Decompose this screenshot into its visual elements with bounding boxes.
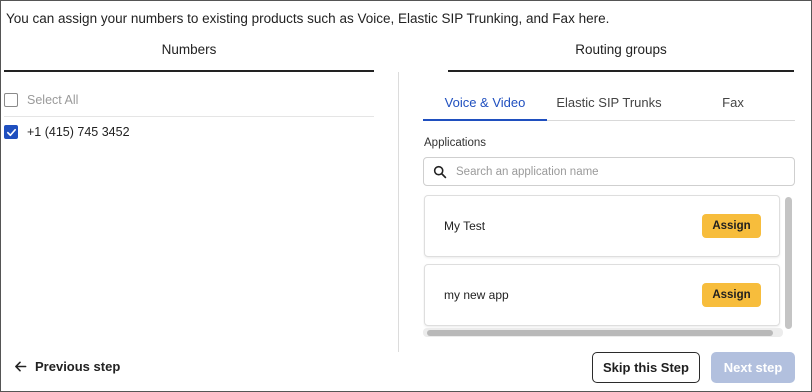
numbers-heading-underline: [4, 70, 374, 72]
select-all-checkbox[interactable]: [4, 93, 18, 107]
number-label: +1 (415) 745 3452: [27, 125, 130, 139]
search-input[interactable]: [456, 165, 776, 178]
checkmark-icon: [6, 128, 16, 136]
tab-fax[interactable]: Fax: [671, 93, 795, 120]
previous-step-link[interactable]: Previous step: [14, 359, 120, 374]
numbers-heading: Numbers: [161, 42, 217, 57]
number-checkbox[interactable]: [4, 125, 18, 139]
assign-button[interactable]: Assign: [702, 283, 761, 307]
application-search[interactable]: [423, 157, 795, 186]
row-divider: [4, 116, 374, 117]
select-all-row[interactable]: Select All: [4, 93, 374, 107]
assign-button[interactable]: Assign: [702, 214, 761, 238]
number-row[interactable]: +1 (415) 745 3452: [4, 125, 374, 139]
previous-step-label: Previous step: [35, 359, 121, 374]
application-card: my new app Assign: [424, 264, 780, 326]
arrow-left-icon: [15, 361, 27, 372]
horizontal-scrollbar[interactable]: [427, 330, 773, 336]
tab-voice-video[interactable]: Voice & Video: [423, 93, 547, 121]
application-name: My Test: [444, 219, 486, 233]
vertical-scrollbar[interactable]: [785, 197, 792, 329]
application-card: My Test Assign: [424, 195, 780, 257]
select-all-label: Select All: [27, 93, 79, 107]
tab-elastic-sip-trunks[interactable]: Elastic SIP Trunks: [547, 93, 671, 120]
skip-step-button[interactable]: Skip this Step: [592, 352, 700, 383]
next-step-button[interactable]: Next step: [711, 352, 795, 383]
intro-text: You can assign your numbers to existing …: [6, 11, 610, 26]
search-icon: [433, 165, 447, 178]
routing-heading-underline: [448, 70, 794, 72]
applications-list[interactable]: My Test Assign my new app Assign: [423, 193, 795, 339]
routing-tabs: Voice & Video Elastic SIP Trunks Fax: [423, 93, 795, 121]
routing-groups-heading: Routing groups: [575, 42, 667, 57]
panel-divider: [398, 72, 399, 352]
application-name: my new app: [444, 288, 509, 302]
applications-label: Applications: [424, 137, 487, 149]
